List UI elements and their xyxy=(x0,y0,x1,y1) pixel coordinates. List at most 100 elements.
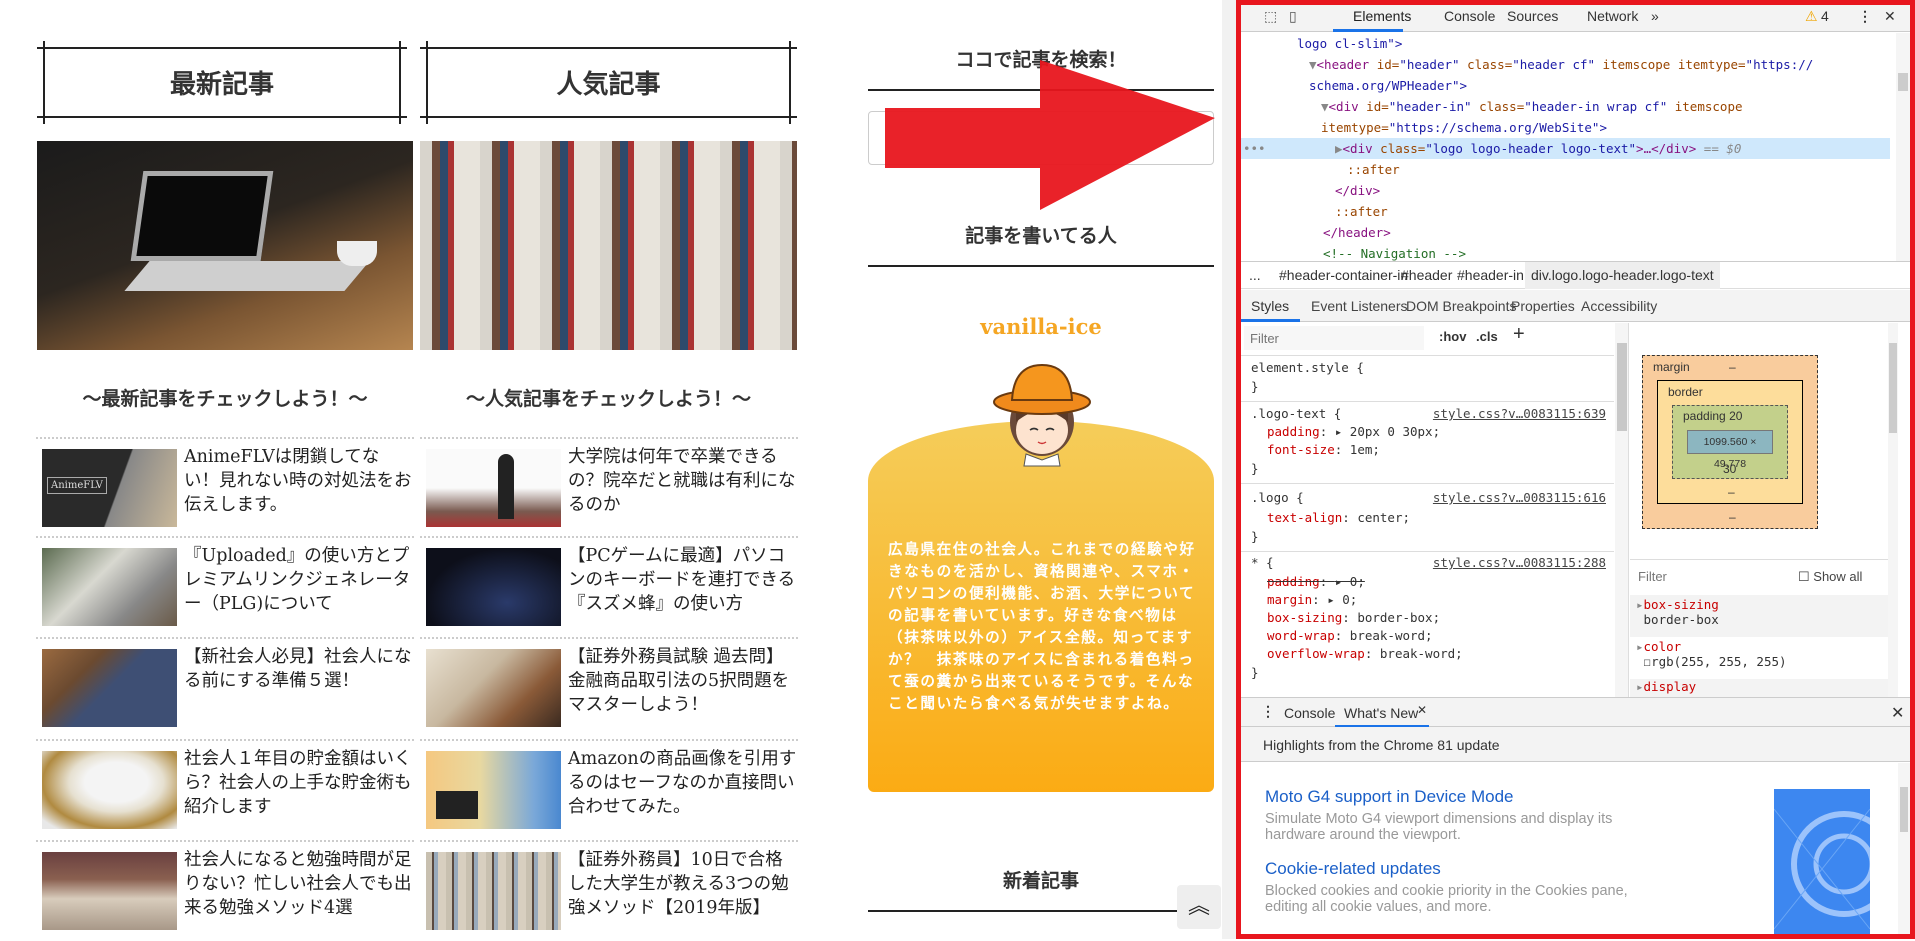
bookshelf-hero-image[interactable] xyxy=(420,141,797,350)
close-devtools-icon[interactable]: ✕ xyxy=(1884,8,1896,25)
list-item[interactable]: 大学院は何年で卒業できるの？院卒だと就職は有利になるのか xyxy=(420,437,798,538)
dom-node-header-in[interactable]: ▼<div id="header-in" class="header-in wr… xyxy=(1241,96,1890,117)
dom-line[interactable]: </header> xyxy=(1323,225,1391,240)
warning-count[interactable]: 4 xyxy=(1821,8,1829,24)
new-rule-button[interactable]: + xyxy=(1513,323,1525,346)
dom-line[interactable]: <!-- Navigation --> xyxy=(1323,246,1466,261)
devtools-panel: ⬚ ▯ Elements Console Sources Network » ⚠… xyxy=(1236,0,1915,939)
css-property[interactable]: text-align: center; xyxy=(1267,509,1410,528)
css-property[interactable]: overflow-wrap: break-word; xyxy=(1267,645,1463,664)
tab-elements[interactable]: Elements xyxy=(1353,8,1411,24)
tab-network[interactable]: Network xyxy=(1587,8,1638,24)
dom-scrollbar[interactable] xyxy=(1896,33,1910,263)
source-link[interactable]: style.css?v…0083115:639 xyxy=(1433,405,1606,424)
close-tab-icon[interactable]: ✕ xyxy=(1417,703,1427,717)
article-title[interactable]: 【新社会人必見】社会人になる前にする準備５選！ xyxy=(184,645,414,693)
article-thumbnail xyxy=(426,852,561,930)
css-property-overridden[interactable]: padding: ▸ 0; xyxy=(1267,573,1365,592)
tab-dom-breakpoints[interactable]: DOM Breakpoints xyxy=(1406,298,1516,314)
article-title[interactable]: Amazonの商品画像を引用するのはセーフなのか直接問い合わせてみた。 xyxy=(568,747,798,819)
scroll-top-button[interactable]: ︽ xyxy=(1177,885,1221,929)
css-selector[interactable]: element.style { xyxy=(1251,359,1364,378)
dom-node-header[interactable]: ▼<header id="header" class="header cf" i… xyxy=(1241,54,1890,75)
css-property[interactable]: font-size: 1em; xyxy=(1267,441,1380,460)
list-item[interactable]: 【PCゲームに最適】パソコンのキーボードを連打できる『スズメ蜂』の使い方 xyxy=(420,536,798,637)
computed-pane: margin – – border – padding 20 1099.560 … xyxy=(1630,323,1898,697)
page-scrollbar[interactable] xyxy=(1222,0,1236,939)
css-property[interactable]: padding: ▸ 20px 0 30px; xyxy=(1267,423,1440,442)
article-title[interactable]: 社会人になると勉強時間が足りない？忙しい社会人でも出来る勉強メソッド4選 xyxy=(184,848,414,920)
dom-node-selected[interactable]: ••• ▶<div class="logo logo-header logo-te… xyxy=(1241,138,1890,159)
article-thumbnail xyxy=(42,751,177,829)
computed-filter-input[interactable]: Filter xyxy=(1638,569,1667,584)
dom-line[interactable]: ::after xyxy=(1335,204,1388,219)
css-property[interactable]: box-sizing: border-box; xyxy=(1267,609,1440,628)
close-drawer-icon[interactable]: ✕ xyxy=(1891,703,1904,723)
breadcrumb-item[interactable]: ... xyxy=(1249,267,1261,283)
whats-new-scrollbar[interactable] xyxy=(1898,763,1910,934)
dom-line[interactable]: </div> xyxy=(1335,183,1380,198)
article-thumbnail xyxy=(426,449,561,527)
styles-filter-input[interactable] xyxy=(1244,326,1424,350)
drawer-menu-icon[interactable]: ⋮ xyxy=(1261,703,1275,720)
more-tabs-button[interactable]: » xyxy=(1651,8,1659,24)
source-link[interactable]: style.css?v…0083115:616 xyxy=(1433,489,1606,508)
breadcrumb-item-active[interactable]: div.logo.logo-header.logo-text xyxy=(1525,262,1720,289)
chrome-update-illustration xyxy=(1774,789,1870,934)
breadcrumb-item[interactable]: #header xyxy=(1401,267,1452,283)
tab-sources[interactable]: Sources xyxy=(1507,8,1558,24)
list-item[interactable]: 【新社会人必見】社会人になる前にする準備５選！ xyxy=(36,637,414,738)
article-title[interactable]: 『Uploaded』の使い方とプレミアムリンクジェネレーター（PLG)について xyxy=(184,544,414,616)
more-options-icon[interactable]: ⋮ xyxy=(1858,8,1872,25)
breadcrumb: ... #header-container-in #header #header… xyxy=(1241,261,1910,289)
drawer-tab-console[interactable]: Console xyxy=(1284,705,1335,721)
class-toggle[interactable]: .cls xyxy=(1476,329,1498,344)
dom-line[interactable]: "https://schema.org/WebSite"> xyxy=(1389,120,1607,135)
laptop-hero-image[interactable] xyxy=(37,141,413,350)
list-item[interactable]: 【証券外務員試験 過去問】金融商品取引法の5択問題をマスターしよう！ xyxy=(420,637,798,738)
styles-scrollbar[interactable] xyxy=(1615,323,1629,697)
dom-line[interactable]: logo cl-slim"> xyxy=(1297,36,1402,51)
drawer-tab-whats-new[interactable]: What's New xyxy=(1344,705,1418,721)
computed-property[interactable]: ▸display xyxy=(1630,679,1888,697)
article-title[interactable]: AnimeFLVは閉鎖してない！見れない時の対処法をお伝えします。 xyxy=(184,445,414,517)
breadcrumb-item[interactable]: #header-container-in xyxy=(1279,267,1408,283)
computed-property[interactable]: ▸box-sizing border-box xyxy=(1630,595,1888,637)
tab-styles[interactable]: Styles xyxy=(1251,298,1289,314)
computed-scrollbar[interactable] xyxy=(1888,323,1898,697)
device-toolbar-icon[interactable]: ▯ xyxy=(1289,8,1297,25)
computed-property[interactable]: ▸color ☐rgb(255, 255, 255) xyxy=(1630,637,1888,679)
warning-icon[interactable]: ⚠ xyxy=(1805,8,1818,25)
breadcrumb-item[interactable]: #header-in xyxy=(1457,267,1524,283)
css-selector[interactable]: .logo {style.css?v…0083115:616 xyxy=(1251,489,1614,508)
article-title[interactable]: 【PCゲームに最適】パソコンのキーボードを連打できる『スズメ蜂』の使い方 xyxy=(568,544,798,616)
list-item[interactable]: 社会人になると勉強時間が足りない？忙しい社会人でも出来る勉強メソッド4選 xyxy=(36,840,414,941)
list-item[interactable]: 社会人１年目の貯金額はいくら？社会人の上手な貯金術も紹介します xyxy=(36,739,414,840)
tab-console[interactable]: Console xyxy=(1444,8,1495,24)
hover-state-toggle[interactable]: :hov xyxy=(1439,329,1466,344)
whats-new-item-title[interactable]: Moto G4 support in Device Mode xyxy=(1265,787,1514,807)
list-item[interactable]: AnimeFLV AnimeFLVは閉鎖してない！見れない時の対処法をお伝えしま… xyxy=(36,437,414,538)
article-title[interactable]: 大学院は何年で卒業できるの？院卒だと就職は有利になるのか xyxy=(568,445,798,517)
red-arrow-annotation xyxy=(885,60,1215,210)
css-selector[interactable]: * {style.css?v…0083115:288 xyxy=(1251,554,1614,573)
css-property[interactable]: word-wrap: break-word; xyxy=(1267,627,1433,646)
whats-new-item-title[interactable]: Cookie-related updates xyxy=(1265,859,1441,879)
css-selector[interactable]: .logo-text {style.css?v…0083115:639 xyxy=(1251,405,1614,424)
list-item[interactable]: 『Uploaded』の使い方とプレミアムリンクジェネレーター（PLG)について xyxy=(36,536,414,637)
dom-line[interactable]: schema.org/WPHeader"> xyxy=(1309,78,1467,93)
article-title[interactable]: 社会人１年目の貯金額はいくら？社会人の上手な貯金術も紹介します xyxy=(184,747,414,819)
article-title[interactable]: 【証券外務員】10日で合格した大学生が教える3つの勉強メソッド【2019年版】 xyxy=(568,848,798,920)
tab-accessibility[interactable]: Accessibility xyxy=(1581,298,1657,314)
show-all-checkbox[interactable]: ☐ Show all xyxy=(1798,569,1862,585)
article-thumbnail xyxy=(426,649,561,727)
inspect-element-icon[interactable]: ⬚ xyxy=(1264,8,1277,25)
list-item[interactable]: 【証券外務員】10日で合格した大学生が教える3つの勉強メソッド【2019年版】 xyxy=(420,840,798,941)
source-link[interactable]: style.css?v…0083115:288 xyxy=(1433,554,1606,573)
list-item[interactable]: Amazonの商品画像を引用するのはセーフなのか直接問い合わせてみた。 xyxy=(420,739,798,840)
dom-line[interactable]: ::after xyxy=(1347,162,1400,177)
tab-event-listeners[interactable]: Event Listeners xyxy=(1311,298,1408,314)
article-title[interactable]: 【証券外務員試験 過去問】金融商品取引法の5択問題をマスターしよう！ xyxy=(568,645,798,717)
tab-properties[interactable]: Properties xyxy=(1511,298,1575,314)
css-property[interactable]: margin: ▸ 0; xyxy=(1267,591,1357,610)
